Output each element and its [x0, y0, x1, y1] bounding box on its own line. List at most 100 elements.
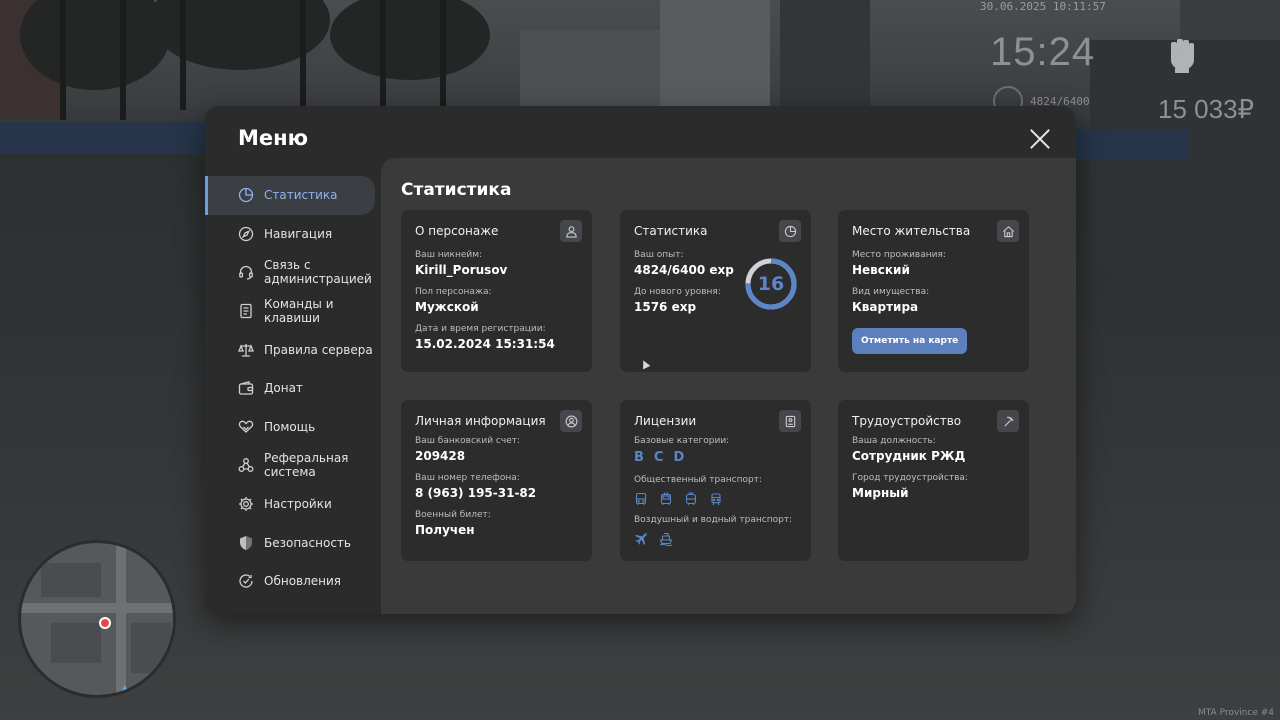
- field-label: Воздушный и водный транспорт:: [634, 515, 793, 525]
- tree-trunk: [300, 0, 306, 106]
- public-transport-icons: [634, 491, 797, 506]
- minimap[interactable]: ▲: [18, 540, 176, 698]
- bus-icon: [634, 491, 648, 505]
- scales-icon: [238, 342, 254, 358]
- sidebar-item-settings[interactable]: Настройки: [205, 485, 375, 524]
- air-water-transport-icons: [634, 531, 797, 547]
- sidebar-item-label: Статистика: [264, 188, 338, 203]
- sidebar-item-label: Помощь: [264, 419, 316, 434]
- bank-account-value: 209428: [415, 449, 466, 463]
- hud-datetime: 30.06.2025 10:11:57: [980, 0, 1106, 13]
- north-icon: ▲: [121, 683, 129, 694]
- pie-chart-icon: [238, 187, 254, 203]
- player-marker: [99, 617, 111, 629]
- work-city-value: Мирный: [852, 486, 909, 500]
- map-block: [51, 623, 101, 663]
- field-label: Вид имущества:: [852, 287, 930, 297]
- tram-icon: [684, 491, 698, 506]
- card-character: О персонаже Ваш никнейм: Kirill_Porusov …: [401, 210, 592, 372]
- sidebar-item-statistics[interactable]: Статистика: [205, 176, 375, 215]
- license-categories: B C D: [634, 450, 797, 465]
- sidebar-item-label: Связь с администрацией: [264, 258, 372, 287]
- field-label: Общественный транспорт:: [634, 475, 762, 485]
- tree-trunk: [120, 0, 126, 120]
- residence-value: Невский: [852, 263, 910, 277]
- sidebar-item-label: Безопасность: [264, 535, 351, 550]
- field-label: Дата и время регистрации:: [415, 324, 546, 334]
- map-road: [21, 603, 173, 613]
- compass-icon: [238, 226, 254, 242]
- check-circle-icon: [238, 573, 254, 589]
- sidebar-item-label: Донат: [264, 381, 303, 396]
- network-icon: [238, 457, 254, 473]
- home-icon: [997, 220, 1019, 242]
- card-title: Место жительства: [852, 224, 971, 238]
- sidebar-item-referral[interactable]: Реферальная система: [205, 446, 375, 485]
- field-label: Ваш никнейм:: [415, 250, 483, 260]
- tree-trunk: [180, 0, 186, 110]
- pickaxe-icon: [997, 410, 1019, 432]
- card-statistics: Статистика Ваш опыт: 4824/6400 exp До но…: [620, 210, 811, 372]
- watermark: MTA Province #4: [1197, 708, 1274, 718]
- user-circle-icon: [560, 410, 582, 432]
- field-label: Город трудоустройства:: [852, 473, 968, 483]
- license-category: C: [653, 450, 664, 465]
- military-id-value: Получен: [415, 523, 475, 537]
- hud-clock: 15:24: [990, 30, 1096, 74]
- sidebar-item-label: Настройки: [264, 497, 332, 512]
- document-icon: [238, 303, 254, 319]
- heart-hands-icon: [238, 419, 254, 435]
- menu-window: Меню Статистика Навигация Связь с админи…: [205, 106, 1076, 614]
- sidebar-item-contact-admin[interactable]: Связь с администрацией: [205, 253, 375, 292]
- sidebar-item-label: Навигация: [264, 226, 333, 241]
- card-residence: Место жительства Место проживания: Невск…: [838, 210, 1029, 372]
- field-label: Ваш банковский счет:: [415, 436, 521, 446]
- field-label: Военный билет:: [415, 510, 491, 520]
- tree-trunk: [380, 0, 386, 106]
- sidebar-item-rules[interactable]: Правила сервера: [205, 330, 375, 369]
- field-label: Ваша должность:: [852, 436, 936, 446]
- sidebar-item-navigation[interactable]: Навигация: [205, 215, 375, 254]
- map-block: [131, 623, 171, 673]
- metro-train-icon: [709, 491, 723, 506]
- license-category: D: [673, 450, 685, 465]
- building: [660, 0, 770, 120]
- card-licenses: Лицензии Базовые категории: B C D Общест…: [620, 400, 811, 561]
- map-block: [41, 563, 101, 597]
- card-title: Трудоустройство: [852, 414, 962, 428]
- field-label: Базовые категории:: [634, 436, 730, 446]
- fence: [0, 122, 240, 154]
- fist-icon: [1162, 34, 1202, 74]
- gear-icon: [238, 496, 254, 512]
- card-title: Личная информация: [415, 414, 546, 428]
- sidebar-item-security[interactable]: Безопасность: [205, 523, 375, 562]
- card-title: Лицензии: [634, 414, 697, 428]
- tree-trunk: [440, 0, 446, 106]
- tree-trunk: [60, 0, 66, 120]
- property-value: Квартира: [852, 300, 919, 314]
- level-number: 16: [757, 273, 785, 295]
- sidebar-item-help[interactable]: Помощь: [205, 408, 375, 447]
- registration-date-value: 15.02.2024 15:31:54: [415, 337, 555, 351]
- sidebar-item-commands[interactable]: Команды и клавиши: [205, 292, 375, 331]
- gender-value: Мужской: [415, 300, 479, 314]
- field-label: Пол персонажа:: [415, 287, 492, 297]
- tree-canopy: [330, 0, 490, 80]
- headset-icon: [238, 264, 254, 281]
- card-employment: Трудоустройство Ваша должность: Сотрудни…: [838, 400, 1029, 561]
- phone-value: 8 (963) 195-31-82: [415, 486, 537, 500]
- map-road: [116, 543, 126, 695]
- sidebar-item-label: Обновления: [264, 574, 342, 589]
- sidebar-item-label: Правила сервера: [264, 342, 373, 357]
- card-title: Статистика: [634, 224, 708, 238]
- sidebar-item-label: Реферальная система: [264, 451, 349, 480]
- mark-on-map-button[interactable]: Отметить на карте: [852, 328, 968, 354]
- id-badge-icon: [779, 410, 801, 432]
- trolleybus-icon: [659, 491, 673, 505]
- sidebar-item-updates[interactable]: Обновления: [205, 562, 375, 601]
- close-button[interactable]: [1029, 128, 1051, 150]
- section-title: Статистика: [401, 180, 512, 200]
- sidebar-item-donate[interactable]: Донат: [205, 369, 375, 408]
- wallet-icon: [238, 380, 254, 396]
- building: [780, 0, 870, 110]
